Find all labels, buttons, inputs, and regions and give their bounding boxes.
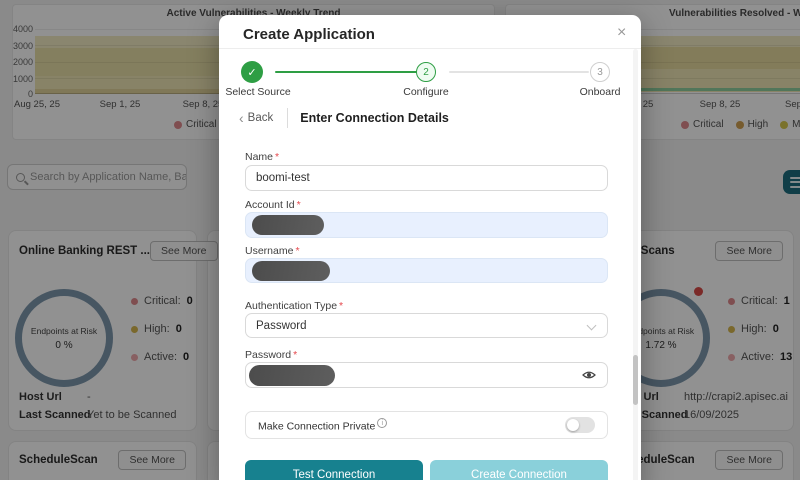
step-select-source-indicator[interactable]: ✓ [241, 61, 263, 83]
password-field[interactable] [245, 362, 608, 388]
create-application-modal: Create Application × ✓ 2 3 Select Source… [219, 15, 641, 480]
redacted-value [252, 215, 324, 235]
modal-scrollbar-thumb[interactable] [633, 355, 638, 405]
required-marker: * [293, 349, 297, 361]
step-label-configure: Configure [403, 86, 449, 98]
create-connection-button[interactable]: Create Connection [430, 460, 608, 480]
auth-type-label: Authentication Type* [245, 300, 343, 312]
required-marker: * [295, 245, 299, 257]
name-field[interactable]: boomi-test [245, 165, 608, 191]
privacy-option-box: Make Connection Privatei [245, 411, 608, 439]
step-onboard-indicator[interactable]: 3 [590, 62, 610, 82]
name-label: Name* [245, 151, 279, 163]
required-marker: * [275, 151, 279, 163]
toggle-knob [567, 419, 579, 431]
account-id-label: Account Id* [245, 199, 301, 211]
auth-type-value: Password [256, 320, 307, 332]
header-divider [219, 48, 641, 49]
app-screen: Active Vulnerabilities - Weekly Trend 40… [0, 0, 800, 480]
required-marker: * [297, 199, 301, 211]
step-connector-upcoming [449, 71, 589, 73]
vertical-divider [287, 108, 288, 128]
required-marker: * [339, 300, 343, 312]
check-icon: ✓ [247, 66, 256, 79]
close-icon[interactable]: × [617, 24, 626, 42]
step-configure-indicator[interactable]: 2 [416, 62, 436, 82]
username-field[interactable] [245, 258, 608, 283]
info-icon: i [377, 418, 387, 428]
step-label-select-source: Select Source [225, 86, 290, 98]
step-label-onboard: Onboard [580, 86, 621, 98]
name-value: boomi-test [256, 172, 310, 184]
modal-scrollbar-track [633, 49, 638, 480]
chevron-down-icon [587, 321, 597, 331]
username-label: Username* [245, 245, 300, 257]
back-chevron-icon: ‹ [239, 111, 244, 125]
section-title: Enter Connection Details [300, 111, 449, 125]
auth-type-select[interactable]: Password [245, 313, 608, 338]
privacy-toggle[interactable] [565, 417, 595, 433]
step-connector-done [275, 71, 435, 73]
account-id-field[interactable] [245, 212, 608, 238]
password-label: Password* [245, 349, 297, 361]
back-button[interactable]: Back [248, 112, 274, 124]
form-header-row: ‹ Back Enter Connection Details [239, 108, 449, 128]
redacted-value [249, 365, 335, 386]
password-visibility-icon[interactable] [582, 369, 596, 384]
test-connection-button[interactable]: Test Connection [245, 460, 423, 480]
modal-title: Create Application [243, 26, 375, 43]
privacy-label: Make Connection Privatei [258, 418, 387, 433]
redacted-value [252, 261, 330, 281]
